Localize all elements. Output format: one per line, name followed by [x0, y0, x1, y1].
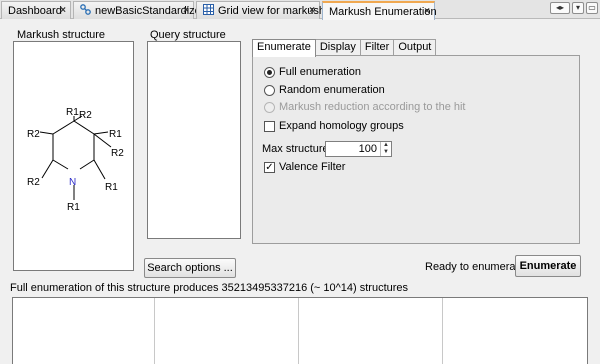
tab-dashboard[interactable]: Dashboard ×	[1, 1, 71, 19]
atom-r2-right: R2	[111, 148, 124, 159]
close-icon[interactable]: ×	[60, 5, 66, 16]
tab-grid-view[interactable]: Grid view for markush ×	[196, 1, 325, 19]
atom-r1-bottom-right: R1	[105, 182, 118, 193]
atom-r1-right: R1	[109, 129, 122, 140]
expand-homology-option[interactable]: Expand homology groups	[264, 120, 404, 132]
markush-structure-label: Markush structure	[17, 29, 106, 41]
enumerate-button[interactable]: Enumerate	[515, 255, 581, 277]
search-options-button[interactable]: Search options ...	[144, 258, 236, 278]
results-grid[interactable]	[12, 297, 588, 364]
scroll-tabs-icon[interactable]: ◂▸	[550, 2, 570, 14]
window-controls: ◂▸ ▾ ▭	[550, 2, 598, 14]
close-icon[interactable]: ×	[309, 5, 315, 16]
grid-cell[interactable]	[443, 298, 588, 364]
options-tabs: Enumerate Display Filter Output	[252, 39, 437, 57]
grid-cell[interactable]	[299, 298, 443, 364]
markush-reduction-label: Markush reduction according to the hit	[279, 101, 466, 113]
close-icon[interactable]: ×	[424, 6, 430, 17]
full-enumeration-radio[interactable]	[264, 66, 275, 78]
tab-markush-enumeration[interactable]: Markush Enumeration ×	[322, 1, 437, 20]
random-enumeration-option[interactable]: Random enumeration	[264, 84, 385, 96]
random-enumeration-label: Random enumeration	[279, 84, 385, 96]
full-enumeration-option[interactable]: Full enumeration	[264, 66, 361, 78]
query-structure-canvas[interactable]	[147, 41, 241, 239]
tab-filter[interactable]: Filter	[359, 39, 395, 56]
valence-filter-label: Valence Filter	[279, 161, 346, 173]
max-structures-value[interactable]: 100	[359, 143, 377, 155]
expand-homology-label: Expand homology groups	[279, 120, 404, 132]
close-icon[interactable]: ×	[183, 5, 189, 16]
standardizer-icon	[80, 3, 91, 18]
grid-cell[interactable]	[155, 298, 299, 364]
expand-homology-checkbox[interactable]	[264, 120, 275, 132]
spinner-arrows-icon[interactable]: ▲ ▼	[380, 142, 391, 156]
query-structure-label: Query structure	[150, 29, 226, 41]
markush-structure-canvas[interactable]: R1 R2 R2 R1 R2 R2 N R1 R1	[13, 41, 134, 271]
tab-label: Dashboard	[8, 4, 62, 17]
random-enumeration-radio[interactable]	[264, 84, 275, 96]
tab-newbasicstandardizer[interactable]: newBasicStandardizer ×	[73, 1, 204, 19]
markush-molecule: R1 R2 R2 R1 R2 R2 N R1 R1	[27, 107, 124, 213]
grid-cell[interactable]	[13, 298, 155, 364]
full-enumeration-label: Full enumeration	[279, 66, 361, 78]
tab-label: Markush Enumeration	[329, 5, 437, 18]
maximize-icon[interactable]: ▭	[586, 2, 598, 14]
valence-filter-option[interactable]: ✓ Valence Filter	[264, 161, 345, 173]
enumeration-summary: Full enumeration of this structure produ…	[10, 282, 409, 294]
atom-r2-left: R2	[27, 129, 40, 140]
grid-icon	[203, 3, 214, 18]
max-structures-spinner[interactable]: 100 ▲ ▼	[325, 141, 392, 157]
tab-list-icon[interactable]: ▾	[572, 2, 584, 14]
tab-output[interactable]: Output	[393, 39, 437, 56]
tab-enumerate[interactable]: Enumerate	[252, 39, 316, 57]
status-text: Ready to enumerate.	[425, 261, 528, 273]
atom-r1-top: R1	[66, 107, 79, 118]
markush-reduction-radio	[264, 101, 275, 113]
atom-r2-top: R2	[79, 110, 92, 121]
valence-filter-checkbox[interactable]: ✓	[264, 161, 275, 173]
atom-nitrogen: N	[69, 177, 76, 188]
tab-strip: Dashboard × newBasicStandardizer × Grid …	[0, 0, 600, 20]
atom-r1-bottom: R1	[67, 202, 80, 213]
atom-r2-bottom-left: R2	[27, 177, 40, 188]
markush-reduction-option: Markush reduction according to the hit	[264, 101, 466, 113]
tab-display[interactable]: Display	[314, 39, 361, 56]
